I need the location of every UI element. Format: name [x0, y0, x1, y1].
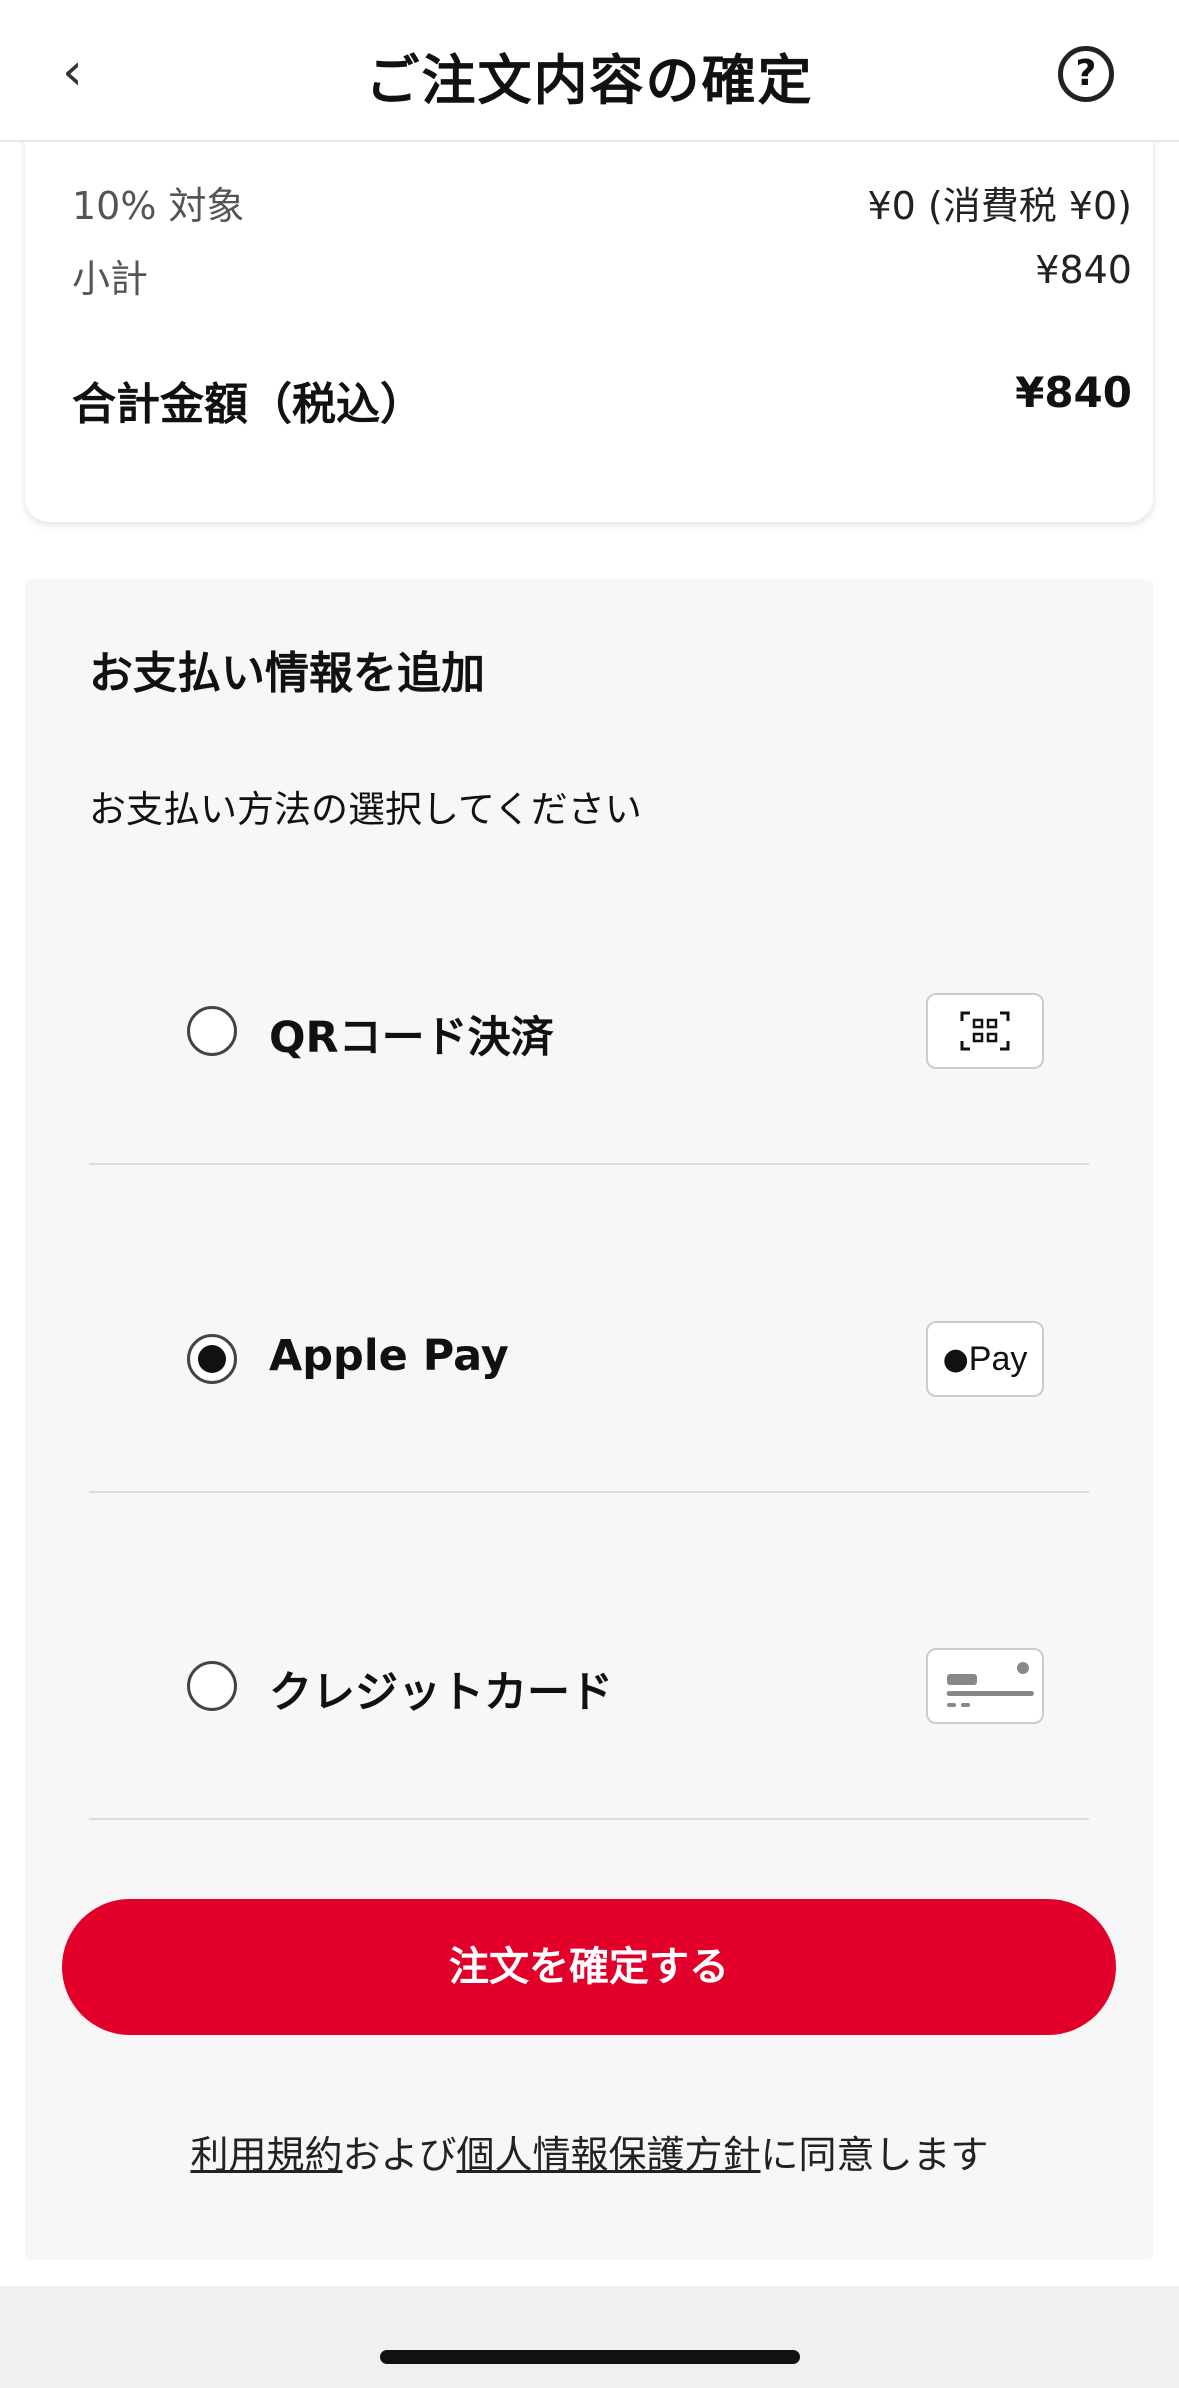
summary-row: 10% 対象 ¥0 (消費税 ¥0): [72, 175, 1132, 230]
apple-pay-text: Pay: [968, 1339, 1028, 1378]
payment-option-qr[interactable]: QRコード決済: [89, 837, 1089, 1165]
option-label: Apple Pay: [269, 1331, 509, 1381]
summary-row: 小計 ¥840: [72, 248, 1132, 303]
order-summary-card: 10% 対象 ¥0 (消費税 ¥0) 小計 ¥840 合計金額（税込） ¥840: [25, 100, 1153, 522]
apple-pay-icon: ● Pay: [926, 1321, 1044, 1397]
radio-apple-pay[interactable]: [187, 1334, 237, 1384]
row-label: 小計: [72, 257, 149, 301]
header: ‹ ご注文内容の確定 ?: [0, 0, 1179, 142]
payment-subtitle: お支払い方法の選択してください: [89, 788, 642, 831]
home-indicator[interactable]: [380, 2350, 800, 2364]
credit-card-icon: [926, 1648, 1044, 1724]
option-label: クレジットカード: [269, 1668, 613, 1718]
option-label: QRコード決済: [269, 1013, 554, 1063]
total-label: 合計金額（税込）: [72, 379, 424, 430]
radio-credit-card[interactable]: [187, 1661, 237, 1711]
terms-text: および: [342, 2133, 457, 2177]
privacy-link[interactable]: 個人情報保護方針: [457, 2133, 761, 2177]
terms-text: に同意します: [760, 2133, 989, 2177]
question-circle-icon: ?: [1075, 53, 1097, 94]
terms-link[interactable]: 利用規約: [190, 2133, 342, 2177]
payment-option-apple-pay[interactable]: Apple Pay ● Pay: [89, 1165, 1089, 1493]
bottom-bar: [0, 2286, 1179, 2388]
row-value: ¥0 (消費税 ¥0): [867, 184, 1132, 228]
confirm-order-button[interactable]: 注文を確定する: [62, 1899, 1116, 2035]
row-label: 10% 対象: [72, 184, 245, 228]
page-title: ご注文内容の確定: [365, 49, 814, 112]
terms-agreement: 利用規約および個人情報保護方針に同意します: [0, 2124, 1179, 2179]
help-button[interactable]: ?: [1058, 46, 1114, 102]
row-value: ¥840: [1035, 248, 1132, 292]
total-row: 合計金額（税込） ¥840: [72, 368, 1132, 432]
total-value: ¥840: [1015, 368, 1132, 417]
radio-qr[interactable]: [187, 1006, 237, 1056]
payment-title: お支払い情報を追加: [89, 648, 485, 699]
qr-scan-icon: [926, 993, 1044, 1069]
payment-option-credit-card[interactable]: クレジットカード: [89, 1492, 1089, 1820]
